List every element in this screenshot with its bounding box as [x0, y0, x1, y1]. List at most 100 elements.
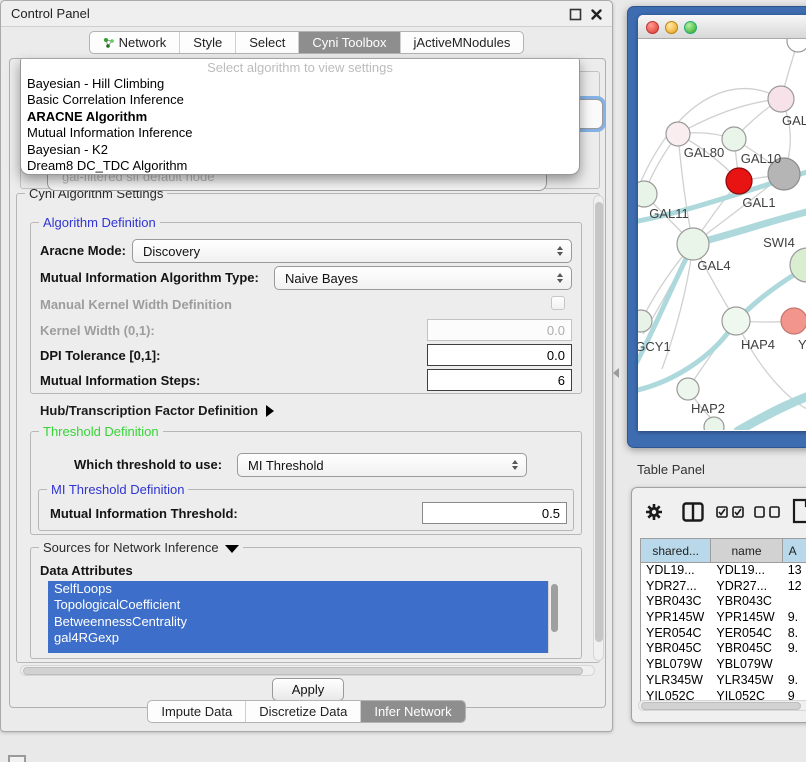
network-node-bottom[interactable]	[704, 417, 724, 430]
node-label: GCY1	[638, 339, 671, 354]
attribute-item[interactable]: BetweennessCentrality	[48, 614, 548, 630]
attribute-item[interactable]: SelfLoops	[48, 581, 548, 597]
algorithm-option[interactable]: Mutual Information Inference	[21, 125, 579, 141]
table-cell: YBR045C	[641, 641, 711, 657]
tab-infer-network-label: Infer Network	[374, 704, 451, 719]
mi-threshold-field[interactable]: 0.5	[422, 502, 567, 524]
minimize-traffic-light-icon[interactable]	[665, 21, 678, 34]
table-horizontal-scrollbar[interactable]	[638, 700, 806, 711]
apply-button[interactable]: Apply	[272, 678, 344, 701]
sources-title[interactable]: Sources for Network Inference	[39, 540, 243, 555]
table-row[interactable]: YDR27...YDR27...12	[641, 579, 806, 595]
table-cell: YLR345W	[711, 673, 782, 689]
table-panel-title: Table Panel	[637, 462, 705, 477]
float-window-icon[interactable]	[569, 8, 582, 21]
network-node-y[interactable]	[781, 308, 806, 334]
table-row[interactable]: YBR045CYBR045C9.	[641, 641, 806, 657]
table-cell: YBR045C	[711, 641, 782, 657]
network-node-gcy1[interactable]	[638, 310, 652, 332]
network-node-gal1[interactable]	[726, 168, 752, 194]
column-header-label: A	[789, 544, 797, 558]
network-node-gal[interactable]	[768, 86, 794, 112]
close-icon[interactable]	[590, 8, 603, 21]
kernel-width-label: Kernel Width (0,1):	[40, 323, 155, 338]
tab-impute-data[interactable]: Impute Data	[148, 701, 245, 722]
table-row[interactable]: YER054CYER054C8.	[641, 626, 806, 642]
table-cell: 8.	[783, 626, 806, 642]
table-cell: YDL19...	[711, 563, 782, 579]
table-toolbar	[632, 488, 806, 534]
threshold-definition-title: Threshold Definition	[39, 424, 163, 439]
column-header-shared-name[interactable]: shared...	[641, 539, 711, 562]
checked-boxes-icon[interactable]	[716, 506, 746, 518]
mi-threshold-label: Mutual Information Threshold:	[50, 506, 238, 521]
tab-select[interactable]: Select	[235, 32, 298, 53]
which-threshold-combo[interactable]: MI Threshold	[237, 453, 527, 477]
table-row[interactable]: YDL19...YDL19...13	[641, 563, 806, 579]
close-traffic-light-icon[interactable]	[646, 21, 659, 34]
mi-steps-field[interactable]: 6	[427, 369, 572, 391]
tab-style[interactable]: Style	[179, 32, 235, 53]
gear-icon[interactable]	[644, 502, 664, 522]
network-view-titlebar[interactable]	[638, 15, 806, 39]
network-node-gal80[interactable]	[666, 122, 690, 146]
node-label: GAL1	[742, 195, 775, 210]
table-cell: 13	[783, 563, 806, 579]
settings-vertical-scrollbar[interactable]	[593, 195, 604, 661]
tab-network[interactable]: Network	[90, 32, 180, 53]
network-node-gal10[interactable]	[722, 127, 746, 151]
unchecked-boxes-icon[interactable]	[754, 506, 782, 518]
data-attributes-list[interactable]: SelfLoops TopologicalCoefficient Between…	[48, 581, 548, 653]
node-label: GAL	[782, 113, 806, 128]
algorithm-option-selected[interactable]: ARACNE Algorithm	[21, 109, 579, 125]
table-cell: YPR145W	[711, 610, 782, 626]
aracne-mode-combo[interactable]: Discovery	[132, 239, 572, 263]
tab-cyni-toolbox[interactable]: Cyni Toolbox	[298, 32, 399, 53]
which-threshold-label: Which threshold to use:	[74, 457, 222, 472]
network-node-top[interactable]	[787, 39, 806, 52]
dpi-tolerance-label: DPI Tolerance [0,1]:	[40, 348, 160, 363]
split-columns-icon[interactable]	[682, 502, 704, 522]
minimized-panel-button[interactable]	[8, 755, 26, 762]
attribute-item[interactable]: gal4RGexp	[48, 630, 548, 646]
network-node-gal4[interactable]	[677, 228, 709, 260]
algorithm-option[interactable]: Dream8 DC_TDC Algorithm	[21, 158, 579, 174]
table-cell	[783, 657, 806, 673]
table-cell: 12	[783, 579, 806, 595]
manual-kernel-checkbox[interactable]	[551, 296, 565, 310]
mi-type-label: Mutual Information Algorithm Type:	[40, 270, 259, 285]
table-row[interactable]: YBR043CYBR043C	[641, 594, 806, 610]
algorithm-option[interactable]: Bayesian - K2	[21, 142, 579, 158]
hub-definition-expander[interactable]: Hub/Transcription Factor Definition	[40, 403, 274, 418]
table-row[interactable]: YPR145WYPR145W9.	[641, 610, 806, 626]
attributes-scrollbar[interactable]	[548, 581, 559, 653]
network-view-window: GAL GAL80 GAL10 GAL1 GAL11 SWI4 GAL4 GCY…	[638, 15, 806, 431]
network-view-frame: GAL GAL80 GAL10 GAL1 GAL11 SWI4 GAL4 GCY…	[627, 6, 806, 448]
export-table-icon[interactable]	[792, 498, 806, 524]
algorithm-option[interactable]: Bayesian - Hill Climbing	[21, 76, 579, 92]
kernel-width-field[interactable]: 0.0	[427, 319, 572, 341]
table-row[interactable]: YLR345WYLR345W9.	[641, 673, 806, 689]
split-pane-collapse-icon[interactable]	[613, 368, 619, 378]
tab-infer-network[interactable]: Infer Network	[360, 701, 464, 722]
node-label: HAP2	[691, 401, 725, 416]
mi-type-combo[interactable]: Naive Bayes	[274, 266, 572, 290]
network-node-gal11[interactable]	[638, 181, 657, 207]
tab-discretize-data[interactable]: Discretize Data	[245, 701, 360, 722]
network-canvas[interactable]: GAL GAL80 GAL10 GAL1 GAL11 SWI4 GAL4 GCY…	[638, 39, 806, 430]
screenshot-root: { "window": { "title": "Control Panel" }…	[0, 0, 806, 762]
dpi-tolerance-field[interactable]: 0.0	[427, 344, 572, 366]
algorithm-option[interactable]: Basic Correlation Inference	[21, 92, 579, 108]
bottom-tabbar: Impute Data Discretize Data Infer Networ…	[1, 700, 612, 723]
settings-horizontal-scrollbar[interactable]	[20, 665, 595, 676]
network-node-hap4[interactable]	[722, 307, 750, 335]
tab-jactivemnodules[interactable]: jActiveMNodules	[400, 32, 524, 53]
column-header-partial[interactable]: A	[783, 539, 806, 562]
zoom-traffic-light-icon[interactable]	[684, 21, 697, 34]
column-header-name[interactable]: name	[711, 539, 782, 562]
table-row[interactable]: YBL079WYBL079W	[641, 657, 806, 673]
combo-spinner-icon	[507, 460, 523, 470]
attribute-item[interactable]: TopologicalCoefficient	[48, 597, 548, 613]
network-node-hap2[interactable]	[677, 378, 699, 400]
table-cell: YER054C	[641, 626, 711, 642]
